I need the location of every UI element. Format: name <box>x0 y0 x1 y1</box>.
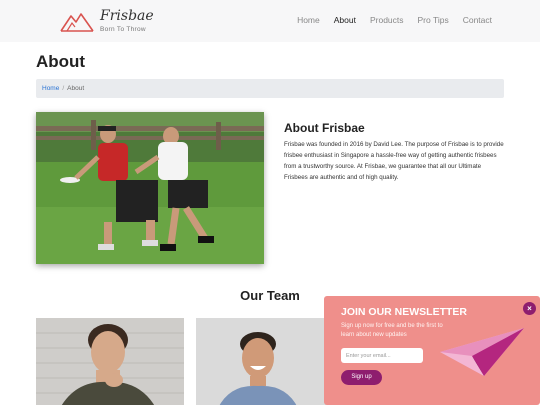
breadcrumb-home-link[interactable]: Home <box>42 85 59 92</box>
logo-tagline: Born To Throw <box>100 26 146 33</box>
team-member-photo <box>36 318 184 405</box>
breadcrumb: Home / About <box>36 79 504 98</box>
page-title: About <box>36 52 86 71</box>
logo-name: Frisbae <box>100 8 154 24</box>
nav-products[interactable]: Products <box>370 15 404 25</box>
newsletter-title: JOIN OUR NEWSLETTER <box>341 306 468 318</box>
about-heading: About Frisbae <box>284 121 365 135</box>
breadcrumb-current: About <box>67 85 85 92</box>
nav-home[interactable]: Home <box>297 15 320 25</box>
site-header: Frisbae Born To Throw Home About Product… <box>0 0 540 42</box>
breadcrumb-separator: / <box>62 85 65 92</box>
newsletter-email-input[interactable] <box>341 348 423 363</box>
newsletter-popup: JOIN OUR NEWSLETTER Sign up now for free… <box>324 296 540 405</box>
newsletter-signup-button[interactable]: Sign up <box>341 370 382 385</box>
nav-about[interactable]: About <box>334 15 356 25</box>
about-photo <box>36 112 264 264</box>
mountain-logo-icon <box>60 13 94 32</box>
nav-pro-tips[interactable]: Pro Tips <box>418 15 449 25</box>
about-description: Frisbae was founded in 2016 by David Lee… <box>284 141 504 181</box>
paper-plane-icon <box>440 328 524 376</box>
main-nav: Home About Products Pro Tips Contact <box>297 15 492 25</box>
newsletter-subtitle: Sign up now for free and be the first to… <box>341 323 443 338</box>
close-icon[interactable]: × <box>523 302 536 315</box>
site-logo[interactable]: Frisbae Born To Throw <box>60 8 160 36</box>
nav-contact[interactable]: Contact <box>463 15 492 25</box>
